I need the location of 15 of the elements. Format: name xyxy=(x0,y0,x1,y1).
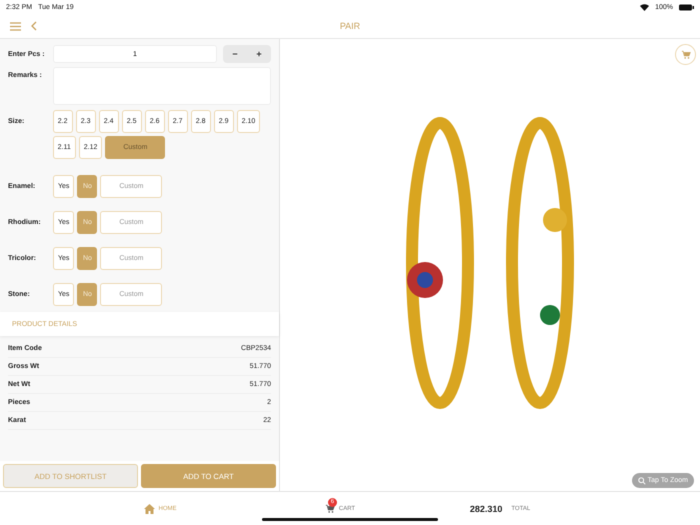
cart-icon xyxy=(324,504,335,514)
battery-icon xyxy=(679,4,694,10)
wifi-icon xyxy=(640,4,650,10)
cart-icon xyxy=(680,50,690,60)
home-icon xyxy=(144,504,154,514)
search-icon xyxy=(638,476,646,484)
increment-button[interactable]: + xyxy=(247,49,271,59)
menu-button[interactable] xyxy=(10,22,21,30)
page-title: PAIR xyxy=(340,21,360,31)
back-icon xyxy=(31,21,37,31)
total-value: 282.310 xyxy=(470,504,502,514)
decrement-button[interactable]: − xyxy=(223,49,247,59)
cart-button[interactable] xyxy=(675,44,696,65)
back-button[interactable] xyxy=(31,21,37,31)
menu-icon xyxy=(10,22,21,30)
